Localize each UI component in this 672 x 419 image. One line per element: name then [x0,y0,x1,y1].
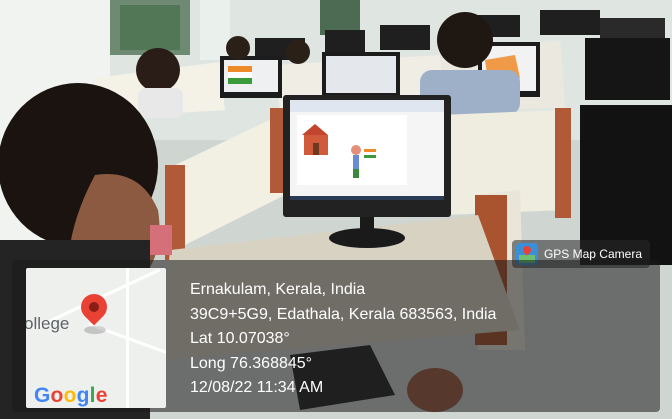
pillar [200,0,230,60]
rear-monitor [380,25,430,50]
rear-monitor [540,10,600,35]
student-head [286,40,310,64]
pink-object [150,225,172,255]
screen-flag-saffron [364,149,376,152]
screen-flag-green [364,155,376,158]
student-body [138,88,183,118]
paint-ribbon [290,100,444,112]
right-monitor [585,38,670,100]
map-thumbnail: ollege Google [26,268,166,408]
map-place-label: ollege [26,314,70,333]
stick-figure-body [353,155,359,169]
latitude: Lat 10.07038° [190,330,290,347]
flag-green [228,78,252,84]
window-frame [120,5,180,50]
geotag-panel: ollege Google Ernakulam, Kerala, India 3… [12,260,660,412]
flag-white [228,72,252,78]
flag-saffron [228,66,252,72]
longitude: Long 76.368845° [190,354,313,372]
desk-frame [555,108,571,218]
rear-monitor [325,30,365,52]
student-head [437,12,493,68]
student-head [136,48,180,92]
map-road [126,268,129,408]
google-logo: Google [34,384,108,407]
mid-monitor-screen [326,56,396,93]
house-door [313,143,319,155]
taskbar [290,196,444,200]
pin-shadow [84,326,106,334]
timestamp: 12/08/22 11:34 AM [190,379,324,396]
place-name: Ernakulam, Kerala, India [190,281,366,298]
window-right [320,0,360,35]
screen-flag-white [364,152,376,155]
student-head [226,36,250,60]
photo-frame: GPS Map Camera ollege Google Ernakulam, … [0,0,672,419]
rear-monitor [600,18,665,40]
geotag-text: Ernakulam, Kerala, India 39C9+5G9, Edath… [190,278,496,401]
stick-figure-head [351,145,361,155]
address-line: 39C9+5G9, Edathala, Kerala 683563, India [190,305,497,323]
badge-label: GPS Map Camera [543,247,642,261]
monitor-base [329,228,405,248]
stick-figure-legs [353,169,359,178]
